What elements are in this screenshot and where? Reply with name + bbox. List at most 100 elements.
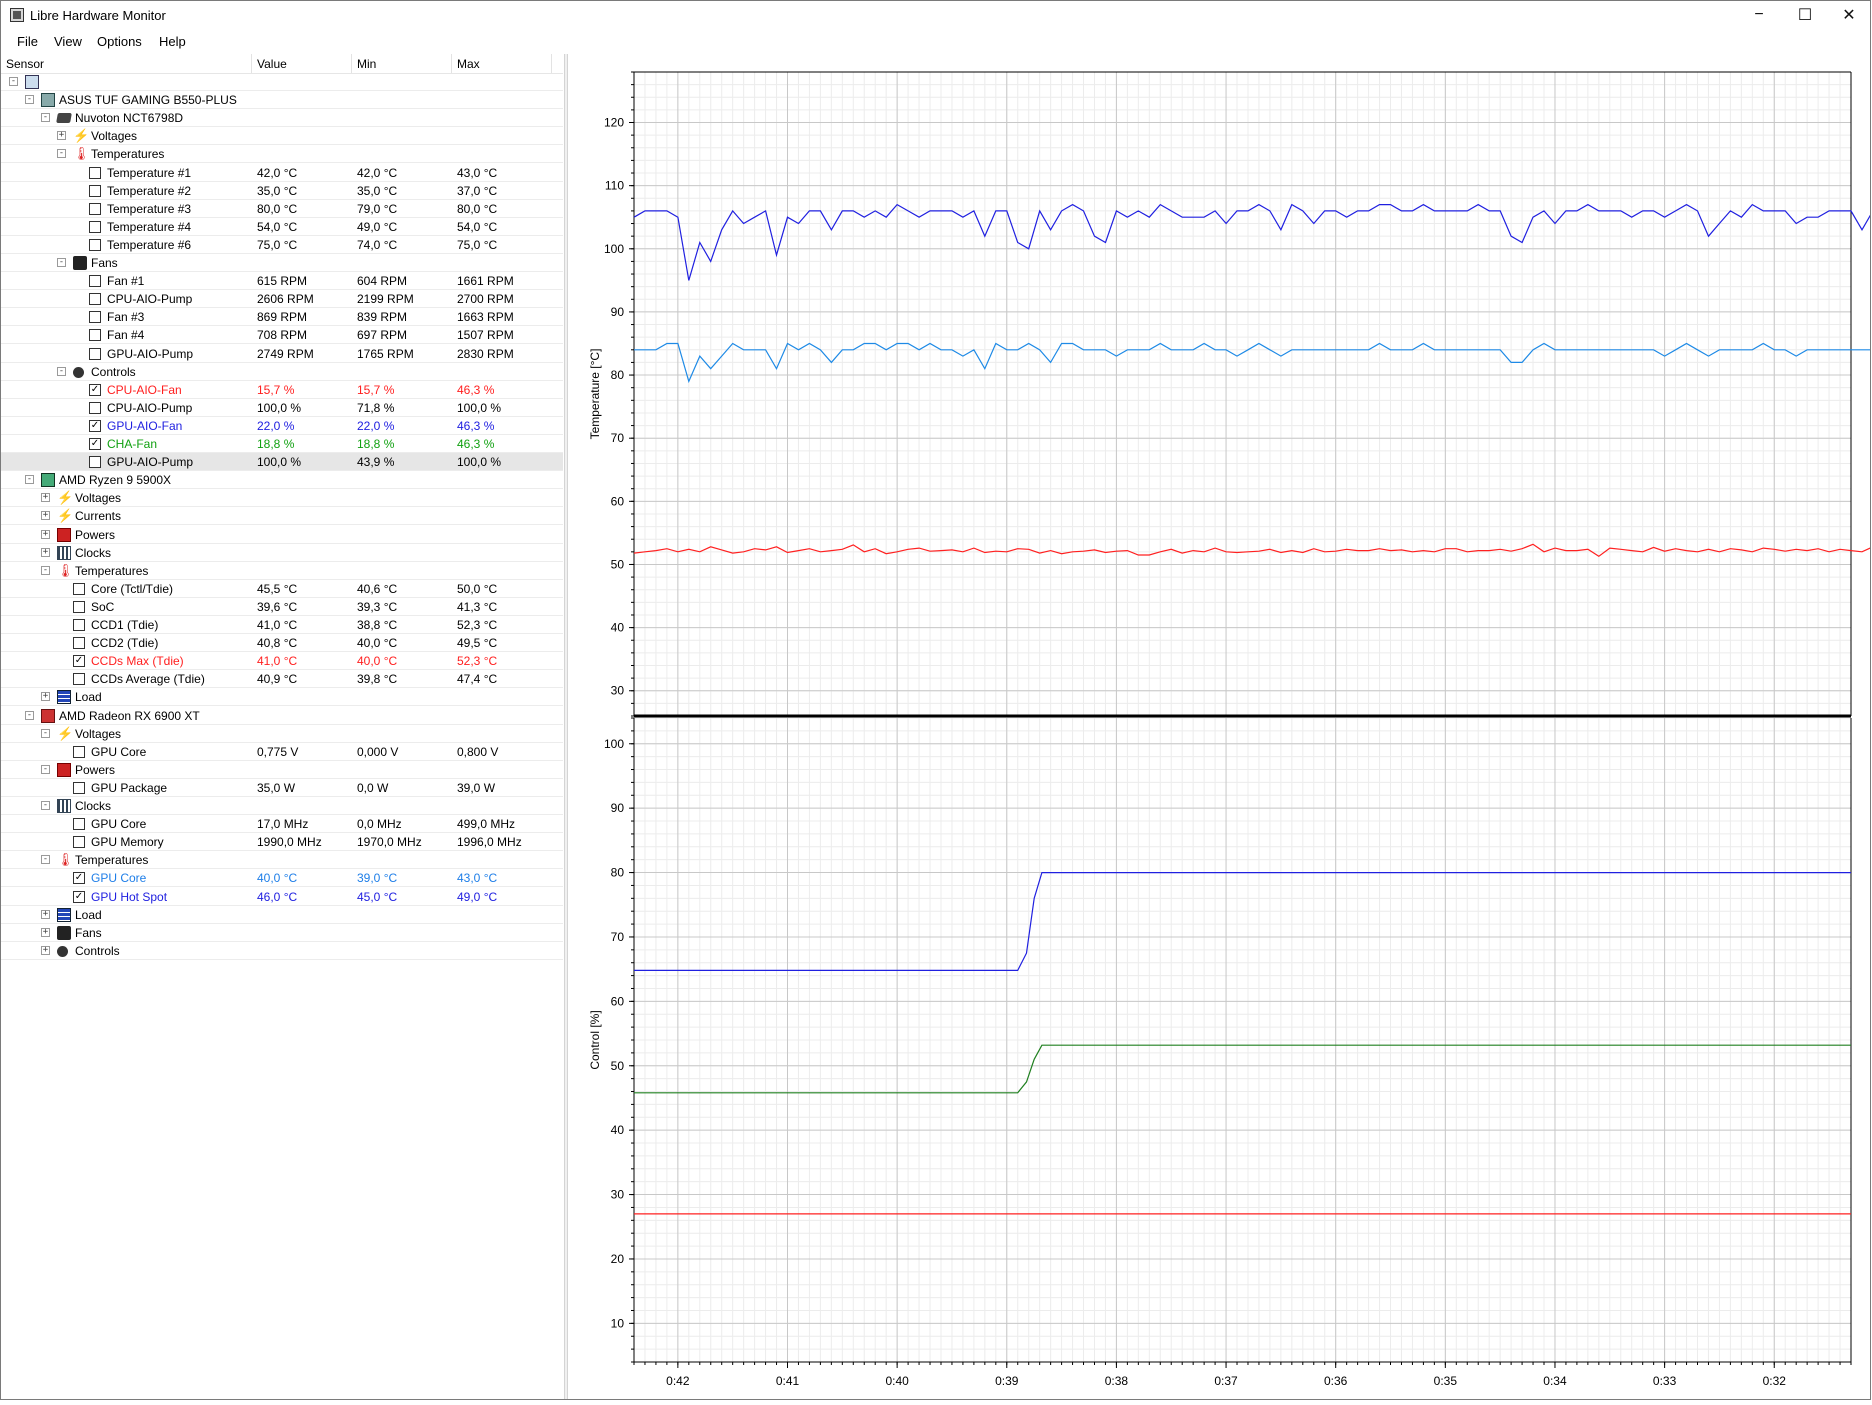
collapse-toggle[interactable]: - [25,475,34,485]
column-min[interactable]: Min [357,57,376,71]
plot-checkbox[interactable]: ✓ [73,890,85,903]
collapse-toggle[interactable]: - [57,149,66,159]
sensor-row[interactable]: GPU-AIO-Pump 2749 RPM 1765 RPM 2830 RPM [1,345,563,363]
plot-checkbox[interactable] [89,220,101,233]
sensor-row[interactable]: CPU-AIO-Pump 100,0 % 71,8 % 100,0 % [1,399,563,417]
tree-node[interactable]: - 🌡 Temperatures [1,145,563,164]
collapse-toggle[interactable]: - [41,764,50,774]
plot-checkbox[interactable] [73,637,85,650]
close-button[interactable]: ✕ [1826,0,1872,30]
expand-toggle[interactable]: + [41,493,50,503]
plot-checkbox[interactable] [89,311,101,324]
sensor-row[interactable]: ✓ CCDs Max (Tdie) 41,0 °C 40,0 °C 52,3 °C [1,652,563,671]
plot-checkbox[interactable] [73,600,85,613]
sensor-row[interactable]: GPU Package 35,0 W 0,0 W 39,0 W [1,779,563,797]
tree-node[interactable]: - 🌡 Temperatures [1,562,563,580]
sensor-row[interactable]: Core (Tctl/Tdie) 45,5 °C 40,6 °C 50,0 °C [1,580,563,598]
sensor-row[interactable]: ✓ GPU Core 40,0 °C 39,0 °C 43,0 °C [1,869,563,888]
menu-help[interactable]: Help [159,34,186,49]
collapse-toggle[interactable]: - [57,366,66,376]
sensor-row[interactable]: Fan #1 615 RPM 604 RPM 1661 RPM [1,272,563,291]
sensor-row[interactable]: CCDs Average (Tdie) 40,9 °C 39,8 °C 47,4 °C [1,670,563,689]
sensor-row[interactable]: CCD2 (Tdie) 40,8 °C 40,0 °C 49,5 °C [1,634,563,653]
sensor-row[interactable]: ✓ GPU Hot Spot 46,0 °C 45,0 °C 49,0 °C [1,888,563,906]
expand-toggle[interactable]: + [41,909,50,919]
expand-toggle[interactable]: + [41,529,50,539]
collapse-toggle[interactable]: - [57,258,66,267]
column-separator[interactable] [551,54,552,73]
tree-node[interactable]: + ⚡ Currents [1,507,563,526]
plot-checkbox[interactable] [89,184,101,197]
sensor-row[interactable]: CPU-AIO-Pump 2606 RPM 2199 RPM 2700 RPM [1,290,563,309]
tree-node[interactable]: - Clocks [1,797,563,815]
menu-view[interactable]: View [54,34,82,49]
plot-checkbox[interactable] [89,401,101,414]
plot-checkbox[interactable]: ✓ [89,438,101,450]
sensor-row[interactable]: Fan #4 708 RPM 697 RPM 1507 RPM [1,326,563,345]
column-separator[interactable] [351,54,352,73]
collapse-toggle[interactable]: - [41,801,50,810]
expand-toggle[interactable]: + [41,927,50,937]
sensor-row[interactable]: Temperature #4 54,0 °C 49,0 °C 54,0 °C [1,218,563,236]
tree-node[interactable]: + Controls [1,942,563,960]
sensor-row[interactable]: Temperature #3 80,0 °C 79,0 °C 80,0 °C [1,200,563,218]
tree-node[interactable]: + Load [1,688,563,707]
plot-checkbox[interactable] [73,673,85,686]
column-separator[interactable] [451,54,452,73]
tree-node[interactable]: + ⚡ Voltages [1,127,563,146]
column-sensor[interactable]: Sensor [6,57,44,71]
expand-toggle[interactable]: + [41,511,50,521]
sensor-row[interactable]: GPU Core 0,775 V 0,000 V 0,800 V [1,743,563,761]
plot-checkbox[interactable]: ✓ [73,872,85,885]
plot-checkbox[interactable]: ✓ [89,419,101,432]
tree-node[interactable]: - AMD Ryzen 9 5900X [1,471,563,490]
tree-node[interactable]: + ⚡ Voltages [1,489,563,508]
plot-checkbox[interactable] [73,745,85,758]
collapse-toggle[interactable]: - [9,77,18,86]
sensor-row[interactable]: Temperature #6 75,0 °C 74,0 °C 75,0 °C [1,236,563,254]
sensor-row[interactable]: Fan #3 869 RPM 839 RPM 1663 RPM [1,308,563,327]
plot-checkbox[interactable] [89,166,101,179]
plot-checkbox[interactable] [73,619,85,631]
tree-node[interactable]: - AMD Radeon RX 6900 XT [1,707,563,725]
tree-node[interactable]: - ASUS TUF GAMING B550-PLUS [1,91,563,110]
plot-checkbox[interactable]: ✓ [73,655,85,668]
tree-node[interactable]: - [1,73,563,91]
plot-checkbox[interactable] [89,238,101,251]
column-separator[interactable] [251,54,252,73]
plot-checkbox[interactable] [73,582,85,595]
tree-node[interactable]: - Controls [1,363,563,381]
plot-checkbox[interactable] [89,456,101,469]
tree-node[interactable]: - Nuvoton NCT6798D [1,109,563,128]
column-max[interactable]: Max [457,57,480,71]
minimize-button[interactable]: − [1736,0,1782,30]
sensor-row[interactable]: ✓ CPU-AIO-Fan 15,7 % 15,7 % 46,3 % [1,381,563,399]
collapse-toggle[interactable]: - [41,565,50,575]
expand-toggle[interactable]: + [57,131,66,141]
tree-node[interactable]: + Fans [1,924,563,942]
tree-node[interactable]: + Powers [1,526,563,544]
expand-toggle[interactable]: + [41,692,50,702]
plot-checkbox[interactable] [73,836,85,849]
tree-node[interactable]: - 🌡 Temperatures [1,851,563,870]
sensor-row[interactable]: Temperature #1 42,0 °C 42,0 °C 43,0 °C [1,164,563,182]
sensor-row[interactable]: ✓ GPU-AIO-Fan 22,0 % 22,0 % 46,3 % [1,417,563,435]
collapse-toggle[interactable]: - [25,95,34,105]
sensor-row[interactable]: ✓ CHA-Fan 18,8 % 18,8 % 46,3 % [1,435,563,453]
tree-node[interactable]: + Load [1,906,563,924]
sensor-row[interactable]: Temperature #2 35,0 °C 35,0 °C 37,0 °C [1,182,563,200]
plot-checkbox[interactable] [89,329,101,342]
splitter[interactable] [564,54,568,1400]
plot-checkbox[interactable] [73,781,85,794]
collapse-toggle[interactable]: - [41,855,50,865]
sensor-tree[interactable]: Sensor Value Min Max - - ASUS TUF GAMING B… [1,54,563,1399]
expand-toggle[interactable]: + [41,945,50,955]
plot-checkbox[interactable]: ✓ [89,383,101,396]
sensor-row[interactable]: GPU-AIO-Pump 100,0 % 43,9 % 100,0 % [1,453,563,472]
sensor-row[interactable]: GPU Core 17,0 MHz 0,0 MHz 499,0 MHz [1,815,563,834]
plot-checkbox[interactable] [89,293,101,306]
sensor-row[interactable]: CCD1 (Tdie) 41,0 °C 38,8 °C 52,3 °C [1,616,563,634]
tree-node[interactable]: - ⚡ Voltages [1,725,563,743]
collapse-toggle[interactable]: - [41,113,50,123]
sensor-row[interactable]: GPU Memory 1990,0 MHz 1970,0 MHz 1996,0 MHz [1,833,563,852]
